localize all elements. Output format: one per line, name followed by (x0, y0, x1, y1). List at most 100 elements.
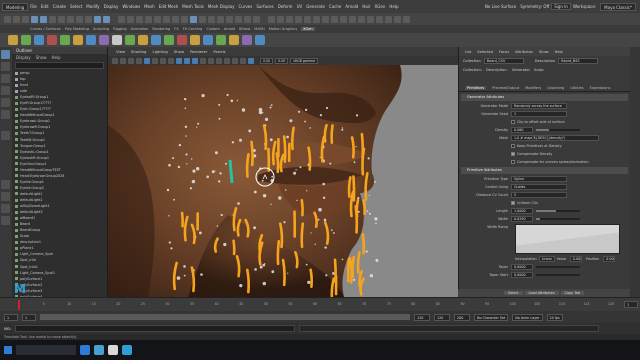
lasso-tool-icon[interactable] (1, 62, 10, 71)
section-header[interactable]: Generator Attributes (461, 94, 628, 101)
command-input[interactable] (15, 325, 296, 332)
attr-value-field[interactable]: 0.0290 (511, 215, 533, 222)
menu-xgen[interactable]: XGen (373, 4, 388, 9)
attr-value-field[interactable]: Guides (511, 183, 567, 190)
status-tool-icon[interactable] (208, 15, 215, 23)
menu-file[interactable]: File (28, 4, 39, 9)
shelf-tab-motion-graphics[interactable]: Motion Graphics (269, 27, 297, 31)
checkbox[interactable] (511, 151, 515, 156)
taskbar-app-icon[interactable] (108, 345, 118, 355)
width-ramp-graph[interactable] (515, 224, 620, 254)
copy-tab-button[interactable]: Copy Tab (560, 291, 584, 295)
shelf-tool-icon[interactable] (34, 35, 44, 45)
no-live-surface-label[interactable]: No Live Surface (483, 4, 518, 9)
anim-layer-select[interactable]: No Anim Layer (512, 313, 543, 321)
paint-select-tool-icon[interactable] (1, 74, 10, 83)
status-tool-icon[interactable] (103, 15, 110, 23)
ramp-field-input[interactable]: 0.000 (603, 255, 616, 262)
status-tool-icon[interactable] (313, 15, 320, 23)
viewport-menu-renderer[interactable]: Renderer (190, 49, 207, 54)
viewport-menu-show[interactable]: Show (174, 49, 184, 54)
outliner-menu-help[interactable]: Help (52, 54, 61, 61)
attr-tab-help[interactable]: Help (555, 50, 563, 54)
shelf-tab-curves-surfaces[interactable]: Curves / Surfaces (30, 27, 61, 31)
collection-field[interactable]: Beard_CSV (483, 57, 524, 64)
status-tool-icon[interactable] (127, 15, 134, 23)
shelf-tab-sculpting[interactable]: Sculpting (93, 27, 109, 31)
shelf-tool-icon[interactable] (177, 35, 187, 45)
shelf-tool-icon[interactable] (203, 35, 213, 45)
xgen-tab-preview-output[interactable]: Preview/Output (492, 86, 519, 90)
attr-value-field[interactable]: Spline (511, 175, 567, 182)
motion-blur-icon[interactable] (224, 57, 230, 64)
attr-value-field[interactable]: 0.0000 (511, 263, 533, 270)
attr-value-field[interactable]: 1 (511, 110, 567, 117)
attr-value-field[interactable]: 1.0000 (511, 207, 533, 214)
status-tool-icon[interactable] (226, 15, 233, 23)
attr-tab-list[interactable]: List (465, 50, 471, 54)
xgen-tab-utilities[interactable]: Utilities (570, 86, 583, 90)
shelf-tool-icon[interactable] (255, 35, 265, 45)
menu-hair[interactable]: Hair (360, 4, 372, 9)
move-tool-icon[interactable] (1, 86, 10, 95)
ramp-field-input[interactable]: 0.000 (570, 255, 583, 262)
shelf-tool-icon[interactable] (86, 35, 96, 45)
shadows-icon[interactable] (208, 57, 214, 64)
color-space-field[interactable]: sRGB gamma (290, 57, 318, 64)
menu-mesh-tools[interactable]: Mesh Tools (180, 4, 206, 9)
shelf-tool-icon[interactable] (151, 35, 161, 45)
shelf-tool-icon[interactable] (164, 35, 174, 45)
shelf-tool-icon[interactable] (138, 35, 148, 45)
menu-edit[interactable]: Edit (39, 4, 51, 9)
menu-surfaces[interactable]: Surfaces (254, 4, 275, 9)
shelf-tab-xgen[interactable]: XGen (301, 27, 315, 31)
attr-slider[interactable] (536, 217, 580, 220)
shelf-tool-icon[interactable] (21, 35, 31, 45)
shelf-tab-poly-modeling[interactable]: Poly Modeling (65, 27, 89, 31)
attr-tab-selected[interactable]: Selected (477, 50, 493, 54)
status-tool-icon[interactable] (235, 15, 242, 23)
attr-value-field[interactable]: Randomly across the surface (511, 102, 567, 109)
status-tool-icon[interactable] (253, 15, 260, 23)
lights-icon[interactable] (200, 57, 206, 64)
shelf-tool-icon[interactable] (229, 35, 239, 45)
status-tool-icon[interactable] (136, 15, 143, 23)
menu-curves[interactable]: Curves (236, 4, 254, 9)
grid-icon[interactable] (144, 57, 150, 64)
outliner-menu-show[interactable]: Show (36, 54, 47, 61)
viewport-menu-shading[interactable]: Shading (131, 49, 146, 54)
wireframe-icon[interactable] (176, 57, 182, 64)
menu-mesh[interactable]: Mesh (142, 4, 157, 9)
xgen-tab-primitives[interactable]: Primitives (465, 85, 487, 90)
attr-tab-show[interactable]: Show (539, 50, 549, 54)
status-tool-icon[interactable] (76, 15, 83, 23)
status-tool-icon[interactable] (154, 15, 161, 23)
shelf-tool-icon[interactable] (216, 35, 226, 45)
shelf-tab-arnold[interactable]: Arnold (224, 27, 235, 31)
menu-uv[interactable]: UV (295, 4, 305, 9)
channel-box-strip[interactable] (630, 47, 640, 297)
smooth-shade-icon[interactable] (184, 57, 190, 64)
viewport-menu-lighting[interactable]: Lighting (152, 49, 167, 54)
status-tool-icon[interactable] (31, 15, 38, 23)
checkbox[interactable] (511, 200, 515, 205)
status-tool-icon[interactable] (358, 15, 365, 23)
checkbox[interactable] (511, 159, 515, 164)
gamma-field[interactable]: 0.00 (275, 57, 289, 64)
taskbar-app-icon[interactable] (80, 345, 90, 355)
status-tool-icon[interactable] (199, 15, 206, 23)
checkbox[interactable] (511, 119, 515, 124)
xray-icon[interactable] (248, 57, 254, 64)
status-tool-icon[interactable] (268, 15, 275, 23)
shelf-tool-icon[interactable] (112, 35, 122, 45)
status-tool-icon[interactable] (13, 15, 20, 23)
status-tool-icon[interactable] (172, 15, 179, 23)
shelf-tool-icon[interactable] (125, 35, 135, 45)
character-set-select[interactable]: No Character Set (474, 313, 509, 321)
attr-tab-attributes[interactable]: Attributes (515, 50, 533, 54)
current-frame-field[interactable]: 1 (624, 301, 638, 308)
xgen-row-scalp[interactable]: Scalp (534, 68, 544, 72)
graph-layout-icon[interactable] (1, 216, 10, 225)
status-tool-icon[interactable] (349, 15, 356, 23)
xgen-tab-grooming[interactable]: Grooming (547, 86, 564, 90)
